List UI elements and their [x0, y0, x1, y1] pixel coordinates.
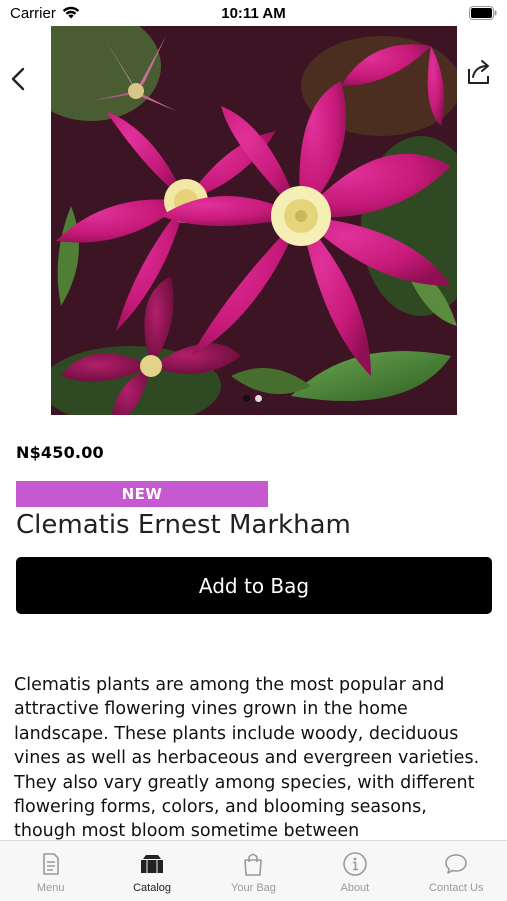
tab-label: Contact Us	[429, 882, 484, 894]
product-title: Clematis Ernest Markham	[16, 510, 351, 540]
clematis-flower-image	[51, 26, 457, 415]
status-time: 10:11 AM	[221, 5, 286, 22]
tab-label: Your Bag	[231, 882, 276, 894]
info-icon	[343, 852, 367, 876]
tab-label: About	[340, 882, 370, 894]
tab-menu[interactable]: Menu	[0, 841, 101, 901]
new-badge: NEW	[16, 481, 268, 507]
product-description: Clematis plants are among the most popul…	[14, 675, 480, 841]
product-price: N$450.00	[16, 443, 104, 462]
status-bar: Carrier 10:11 AM	[0, 0, 507, 28]
tab-contact-us[interactable]: Contact Us	[406, 841, 507, 901]
catalog-icon	[141, 855, 164, 873]
tab-your-bag[interactable]: Your Bag	[203, 841, 304, 901]
tab-catalog[interactable]: Catalog	[102, 841, 203, 901]
page-dot-active[interactable]	[243, 395, 250, 402]
tab-bar: Menu Catalog Your Bag About Contact Us	[0, 840, 507, 901]
tab-about[interactable]: About	[304, 841, 405, 901]
image-page-indicator[interactable]	[243, 395, 262, 402]
chat-bubble-icon	[445, 854, 468, 874]
menu-icon	[42, 853, 59, 875]
page-dot[interactable]	[255, 395, 262, 402]
tab-label: Catalog	[133, 882, 172, 894]
chevron-left-icon[interactable]	[8, 64, 28, 94]
add-to-bag-button[interactable]: Add to Bag	[16, 557, 492, 614]
battery-icon	[469, 6, 497, 20]
share-icon[interactable]	[466, 58, 492, 86]
bag-icon	[244, 853, 263, 876]
tab-label: Menu	[36, 882, 65, 894]
product-image[interactable]	[51, 26, 457, 415]
